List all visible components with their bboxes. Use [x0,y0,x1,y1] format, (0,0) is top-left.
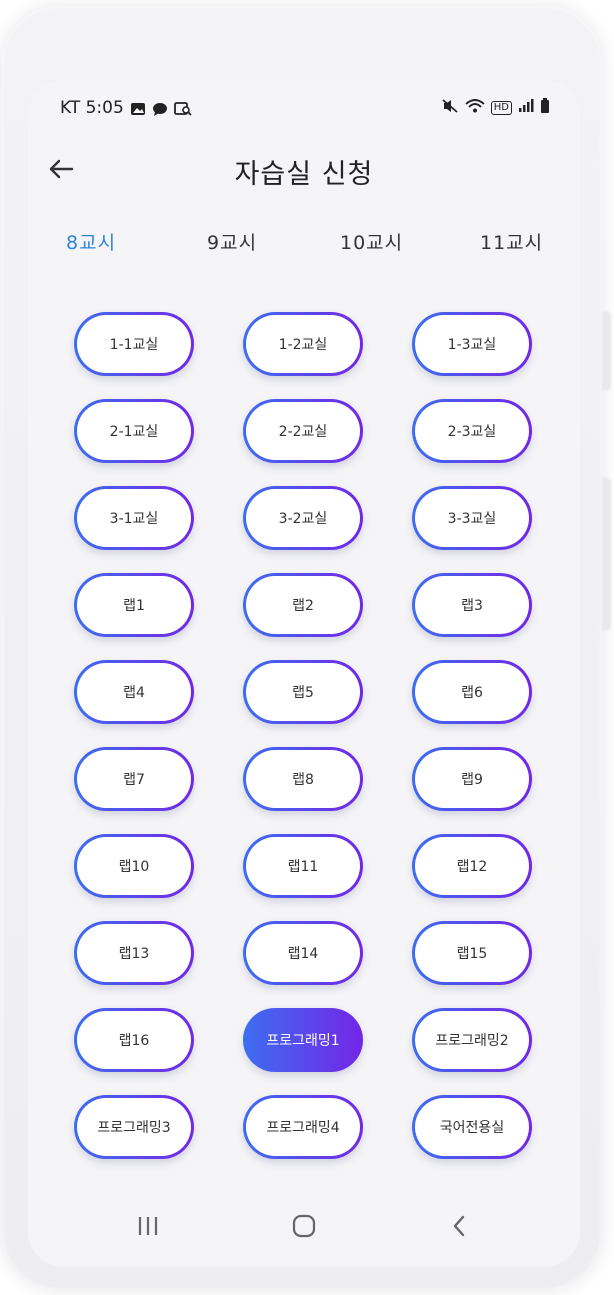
room-button[interactable]: 랩14 [243,921,363,985]
room-button[interactable]: 1-2교실 [243,312,363,376]
room-button[interactable]: 랩12 [412,834,532,898]
room-button[interactable]: 랩6 [412,660,532,724]
room-label: 3-1교실 [77,489,191,547]
room-label: 프로그래밍4 [246,1098,360,1156]
room-label: 랩1 [77,576,191,634]
room-button[interactable]: 랩16 [74,1008,194,1072]
battery-icon [540,98,550,118]
room-label: 랩7 [77,750,191,808]
chat-bubble-icon [152,101,168,116]
hd-icon: HD [490,101,512,115]
tab-period-10[interactable]: 10교시 [340,228,403,255]
room-button[interactable]: 랩11 [243,834,363,898]
page-title: 자습실 신청 [234,159,374,190]
back-icon[interactable] [440,1208,480,1244]
room-grid: 1-1교실 1-2교실 1-3교실 2-1교실 2-2교실 2-3교실 3-1교… [74,312,532,1159]
period-tabs: 8교시 9교시 10교시 11교시 [28,228,580,260]
gallery-icon [130,101,146,115]
room-button[interactable]: 2-1교실 [74,399,194,463]
room-button[interactable]: 랩1 [74,573,194,637]
room-label: 랩12 [415,837,529,895]
room-label: 랩3 [415,576,529,634]
room-label: 국어전용실 [415,1098,529,1156]
phone-screen: KT 5:05 HD 자습실 신청 8교시 9교시 10교시 11교시 1-1교… [28,80,580,1266]
room-label: 3-2교실 [246,489,360,547]
room-label: 랩15 [415,924,529,982]
room-button[interactable]: 랩10 [74,834,194,898]
room-button[interactable]: 랩9 [412,747,532,811]
room-label: 2-2교실 [246,402,360,460]
room-label: 랩2 [246,576,360,634]
room-label: 3-3교실 [415,489,529,547]
room-button[interactable]: 랩3 [412,573,532,637]
room-label: 프로그래밍1 [266,1033,340,1049]
volume-button [602,312,610,390]
room-button[interactable]: 3-2교실 [243,486,363,550]
room-label: 프로그래밍3 [77,1098,191,1156]
room-label: 랩11 [246,837,360,895]
tab-period-11[interactable]: 11교시 [480,228,543,255]
room-button[interactable]: 랩4 [74,660,194,724]
status-bar: KT 5:05 HD [28,94,580,122]
power-button [602,478,610,630]
signal-icon [518,99,534,117]
room-label: 2-1교실 [77,402,191,460]
app-bar: 자습실 신청 [28,136,580,196]
home-icon[interactable] [284,1208,324,1244]
room-label: 1-3교실 [415,315,529,373]
wifi-icon [465,98,485,118]
room-label: 2-3교실 [415,402,529,460]
room-button[interactable]: 1-1교실 [74,312,194,376]
room-label: 랩9 [415,750,529,808]
room-label: 랩6 [415,663,529,721]
room-button[interactable]: 프로그래밍4 [243,1095,363,1159]
tab-period-8[interactable]: 8교시 [66,228,116,255]
room-label: 1-2교실 [246,315,360,373]
recent-apps-icon[interactable] [128,1208,168,1244]
room-button[interactable]: 3-1교실 [74,486,194,550]
room-label: 랩4 [77,663,191,721]
room-button[interactable]: 랩15 [412,921,532,985]
room-label: 랩14 [246,924,360,982]
room-label: 랩16 [77,1011,191,1069]
room-button[interactable]: 프로그래밍2 [412,1008,532,1072]
room-button[interactable]: 1-3교실 [412,312,532,376]
room-label: 랩13 [77,924,191,982]
room-button[interactable]: 2-3교실 [412,399,532,463]
room-label: 1-1교실 [77,315,191,373]
room-button[interactable]: 랩5 [243,660,363,724]
carrier-time: KT 5:05 [60,98,124,118]
room-label: 랩5 [246,663,360,721]
screen-search-icon [173,101,192,116]
room-label: 랩10 [77,837,191,895]
room-button-selected[interactable]: 프로그래밍1 [243,1008,363,1072]
tab-period-9[interactable]: 9교시 [207,228,257,255]
room-label: 랩8 [246,750,360,808]
room-button[interactable]: 랩13 [74,921,194,985]
room-button[interactable]: 랩7 [74,747,194,811]
system-nav-bar [28,1186,580,1266]
room-button[interactable]: 국어전용실 [412,1095,532,1159]
room-button[interactable]: 랩2 [243,573,363,637]
status-left: KT 5:05 [60,98,192,118]
mute-icon [441,98,459,118]
status-right: HD [441,98,550,118]
room-button[interactable]: 2-2교실 [243,399,363,463]
room-label: 프로그래밍2 [415,1011,529,1069]
room-button[interactable]: 랩8 [243,747,363,811]
room-button[interactable]: 프로그래밍3 [74,1095,194,1159]
room-button[interactable]: 3-3교실 [412,486,532,550]
